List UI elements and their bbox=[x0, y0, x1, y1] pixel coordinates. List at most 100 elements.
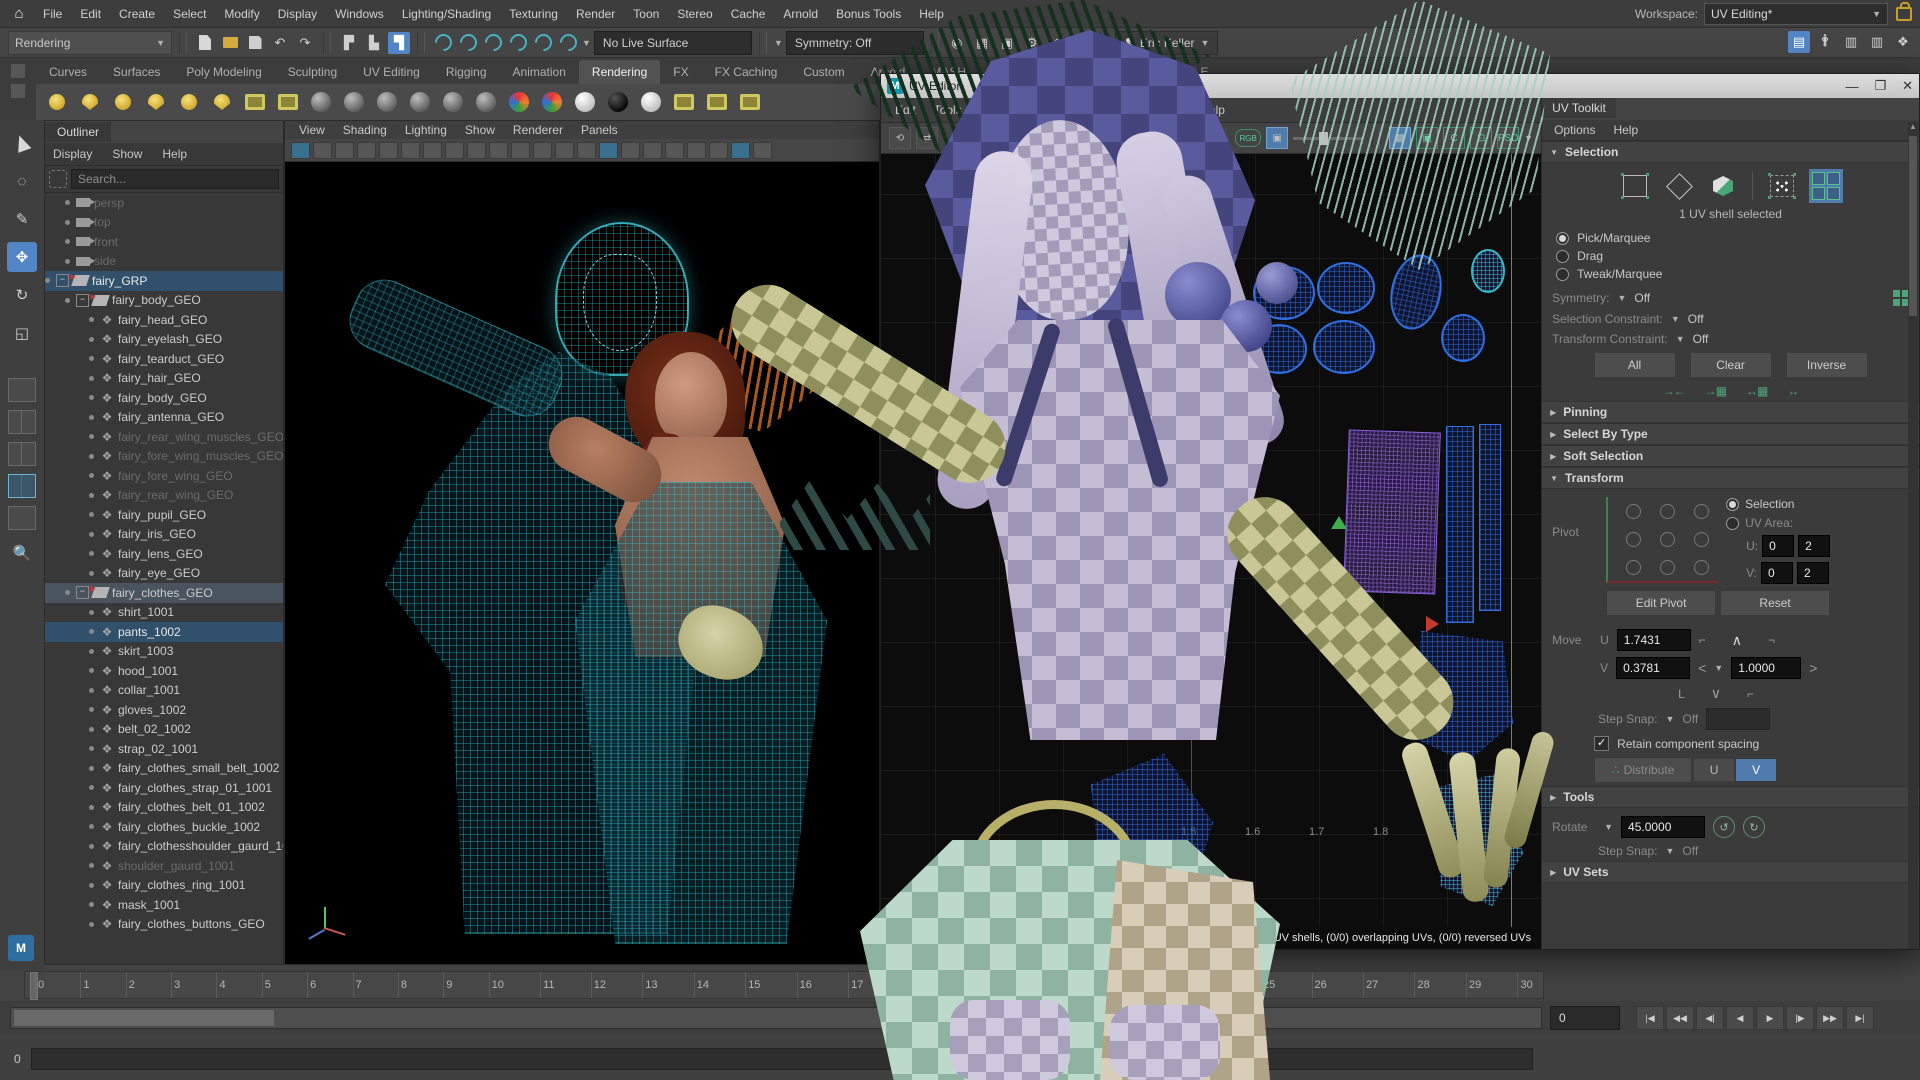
outliner-row[interactable]: − fairy_clothes_buttons_GEO bbox=[45, 915, 283, 935]
snap-projected-icon[interactable] bbox=[507, 32, 529, 54]
shelf-tab[interactable]: Animation bbox=[500, 60, 579, 84]
layout-persp-outliner-button[interactable] bbox=[8, 442, 36, 466]
uv-editor-menu-item[interactable]: Textures bbox=[1067, 103, 1128, 117]
lasso-tool-icon[interactable]: ◌ bbox=[7, 166, 37, 196]
open-scene-icon[interactable] bbox=[219, 32, 241, 54]
move-up-button[interactable]: ∧ bbox=[1732, 632, 1742, 649]
outliner-row[interactable]: − fairy_clothesshoulder_gaurd_1001 bbox=[45, 837, 283, 857]
uv-flip-icon[interactable]: ⇄ bbox=[916, 127, 938, 149]
point-light-icon[interactable] bbox=[44, 89, 70, 115]
psd-network-icon[interactable]: PSD bbox=[1497, 127, 1519, 149]
rotate-ccw-icon[interactable]: ↺ bbox=[1713, 816, 1735, 838]
outliner-row[interactable]: − fairy_clothes_small_belt_1002 bbox=[45, 759, 283, 779]
shelf-tab[interactable]: FX Caching bbox=[702, 60, 791, 84]
cube-object-icon[interactable] bbox=[1708, 171, 1738, 201]
outliner-row[interactable]: − top bbox=[45, 213, 283, 233]
outliner-row[interactable]: − fairy_rear_wing_GEO bbox=[45, 486, 283, 506]
select-tool-icon[interactable]: ▛ bbox=[338, 32, 360, 54]
outliner-row[interactable]: − fairy_tearduct_GEO bbox=[45, 349, 283, 369]
transport-button[interactable]: ▶| bbox=[1846, 1006, 1874, 1030]
viewport-menu-item[interactable]: Panels bbox=[573, 123, 626, 137]
channel-box-toggle-icon[interactable]: ❖ bbox=[1892, 31, 1914, 53]
uv-shell-select-icon[interactable] bbox=[1811, 171, 1841, 201]
live-surface-field[interactable]: No Live Surface bbox=[594, 31, 752, 55]
transport-button[interactable]: ▶▶ bbox=[1816, 1006, 1844, 1030]
outliner-row[interactable]: − front bbox=[45, 232, 283, 252]
menu-item[interactable]: Windows bbox=[326, 7, 393, 21]
symmetry-grid-icon[interactable] bbox=[1893, 290, 1909, 306]
outliner-row[interactable]: − fairy_body_GEO bbox=[45, 388, 283, 408]
viewport-icon[interactable] bbox=[555, 142, 574, 159]
step-snap-value[interactable]: Off bbox=[1682, 712, 1698, 726]
slider-handle[interactable] bbox=[1319, 132, 1328, 145]
outliner-row[interactable]: − mask_1001 bbox=[45, 895, 283, 915]
maximize-icon[interactable]: ❐ bbox=[1874, 78, 1886, 94]
rotate-angle-field[interactable]: 45.0000 bbox=[1621, 816, 1705, 838]
section-pinning[interactable]: ▶Pinning bbox=[1542, 401, 1919, 423]
chevron-down-icon[interactable]: ▼ bbox=[1617, 293, 1626, 303]
radio-icon[interactable] bbox=[1556, 268, 1569, 281]
pivot-radio[interactable] bbox=[1694, 560, 1709, 575]
chevron-down-icon[interactable]: ▼ bbox=[774, 38, 783, 48]
outliner-row[interactable]: − fairy_eyelash_GEO bbox=[45, 330, 283, 350]
uv-shell[interactable] bbox=[1251, 324, 1307, 374]
outliner-row[interactable]: − fairy_clothes_buckle_1002 bbox=[45, 817, 283, 837]
viewport-menu-item[interactable]: Renderer bbox=[505, 123, 571, 137]
section-uv-sets[interactable]: ▶UV Sets bbox=[1542, 861, 1919, 883]
select-object-icon[interactable]: ▜ bbox=[388, 32, 410, 54]
section-select-by-type[interactable]: ▶Select By Type bbox=[1542, 423, 1919, 445]
range-slider-handle[interactable] bbox=[14, 1010, 274, 1026]
chevron-down-icon[interactable]: ▼ bbox=[1524, 133, 1533, 143]
uv-shell[interactable] bbox=[1317, 262, 1375, 314]
outliner-row[interactable]: − fairy_clothes_GEO bbox=[45, 583, 283, 603]
time-slider[interactable]: 0123456789101112131415161718192021222324… bbox=[24, 971, 1544, 999]
pivot-radio[interactable] bbox=[1626, 532, 1641, 547]
pivot-radio[interactable] bbox=[1694, 504, 1709, 519]
display-image-icon[interactable]: ▣ bbox=[1266, 127, 1288, 149]
outliner-row[interactable]: − fairy_lens_GEO bbox=[45, 544, 283, 564]
section-transform[interactable]: ▼Transform bbox=[1542, 467, 1919, 489]
transport-button[interactable]: ◀| bbox=[1696, 1006, 1724, 1030]
chevron-down-icon[interactable]: ▼ bbox=[1665, 714, 1674, 724]
user-account-chip[interactable]: Eric Keller ▼ bbox=[1115, 31, 1219, 55]
scrollbar-thumb[interactable] bbox=[1909, 136, 1917, 316]
viewport-icon[interactable] bbox=[445, 142, 464, 159]
clear-selection-button[interactable]: Clear bbox=[1690, 352, 1772, 378]
outliner-menu-item[interactable]: Show bbox=[104, 147, 150, 161]
uv-editor-menu-item[interactable]: View bbox=[972, 103, 1014, 117]
move-left-button[interactable]: < bbox=[1698, 660, 1706, 676]
shader-lambert-icon[interactable] bbox=[341, 89, 367, 115]
render-view-icon[interactable]: ◉ bbox=[946, 32, 968, 54]
uv-editor-menu-item[interactable]: Tools bbox=[926, 103, 970, 117]
menu-item[interactable]: Lighting/Shading bbox=[393, 7, 500, 21]
outliner-row[interactable]: − fairy_rear_wing_muscles_GEO bbox=[45, 427, 283, 447]
menu-item[interactable]: Select bbox=[164, 7, 215, 21]
uv-editor-menu-item[interactable]: Image bbox=[1016, 103, 1065, 117]
rotate-step-snap-value[interactable]: Off bbox=[1682, 844, 1698, 858]
lock-icon[interactable] bbox=[1896, 7, 1912, 21]
outliner-row[interactable]: − fairy_hair_GEO bbox=[45, 369, 283, 389]
scale-tool-icon[interactable]: ◱ bbox=[7, 318, 37, 348]
chevron-down-icon[interactable]: ▼ bbox=[1080, 133, 1089, 143]
close-icon[interactable]: ✕ bbox=[1902, 78, 1913, 94]
menu-item[interactable]: Help bbox=[910, 7, 953, 21]
viewport-icon[interactable] bbox=[731, 142, 750, 159]
inverse-selection-button[interactable]: Inverse bbox=[1786, 352, 1868, 378]
radio-icon[interactable] bbox=[1556, 232, 1569, 245]
uv-shell[interactable] bbox=[1384, 250, 1449, 335]
uv-transform-icon[interactable]: ⟲ bbox=[889, 127, 911, 149]
pivot-uv-area-radio[interactable] bbox=[1726, 517, 1739, 530]
viewport-icon[interactable] bbox=[533, 142, 552, 159]
image-range-icon[interactable]: ▣ bbox=[1416, 127, 1438, 149]
align-shells-left-icon[interactable]: →← bbox=[1663, 384, 1685, 398]
shelf-tab[interactable]: Rendering bbox=[579, 60, 660, 84]
viewport-canvas[interactable] bbox=[285, 162, 879, 965]
uv-canvas[interactable]: 1.5 1.6 1.7 1.8 1.9 2 bbox=[881, 154, 1541, 927]
align-shells-right-icon[interactable]: ↔▦ bbox=[1746, 384, 1767, 398]
viewport-menu-item[interactable]: Shading bbox=[335, 123, 395, 137]
chevron-down-icon[interactable]: ▼ bbox=[1665, 846, 1674, 856]
uv-shell[interactable] bbox=[1313, 320, 1375, 374]
snap-view-icon[interactable] bbox=[532, 32, 554, 54]
transport-button[interactable]: |◀ bbox=[1636, 1006, 1664, 1030]
viewport-icon[interactable] bbox=[643, 142, 662, 159]
